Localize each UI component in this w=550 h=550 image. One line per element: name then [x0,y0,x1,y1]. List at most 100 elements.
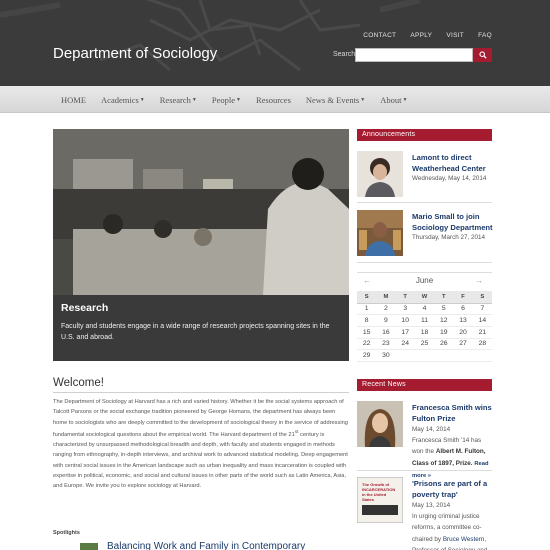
book-cover-band [362,505,398,515]
spotlight-thumbnail[interactable] [80,543,98,550]
calendar-day[interactable]: 30 [376,349,396,362]
calendar-week: 15 16 17 18 19 20 21 [357,326,492,339]
caret-down-icon: ▼ [236,98,241,103]
search-button[interactable] [473,48,492,62]
recent-news-heading: Recent News [357,379,492,391]
news-photo-incarceration-report[interactable]: The Growth of INCARCERATION in the Unite… [357,477,403,523]
calendar-weekday: T [395,291,415,304]
nav-item-about[interactable]: About▼ [380,95,407,105]
calendar-day[interactable]: 21 [472,326,492,339]
calendar-day[interactable]: 1 [357,303,377,316]
announcement-date: Wednesday, May 14, 2014 [412,175,487,182]
utility-link-contact[interactable]: CONTACT [363,32,396,39]
calendar-day[interactable]: 7 [472,303,492,316]
announcement-photo-lamont[interactable] [357,151,403,197]
utility-link-visit[interactable]: VISIT [446,32,464,39]
calendar-day[interactable]: 25 [414,338,435,351]
calendar-day[interactable]: 17 [395,326,415,339]
calendar-day[interactable]: 11 [414,314,435,327]
nav-item-people[interactable]: People▼ [212,95,241,105]
calendar-day[interactable]: 6 [453,303,473,316]
calendar-week: 8 9 10 11 12 13 14 [357,314,492,327]
calendar-week: 29 30 [357,349,492,362]
announcement-divider [357,202,492,203]
calendar-day[interactable]: 27 [453,338,473,351]
nav-item-resources[interactable]: Resources [256,95,291,105]
announcement-photo-small[interactable] [357,210,403,256]
welcome-text: The Department of Sociology at Harvard h… [53,397,349,492]
welcome-divider [53,392,349,393]
calendar-day[interactable]: 8 [357,314,377,327]
nav-item-research[interactable]: Research▼ [160,95,197,105]
spotlight-title[interactable]: Balancing Work and Family in Contemporar… [107,541,305,550]
calendar-day[interactable]: 10 [395,314,415,327]
search-input[interactable] [355,48,473,62]
calendar-day[interactable]: 23 [376,338,396,351]
caret-down-icon: ▼ [402,98,408,103]
calendar-day[interactable]: 14 [472,314,492,327]
caret-down-icon: ▼ [139,98,145,103]
calendar-day[interactable]: 2 [376,303,396,316]
nav-item-label: News & Events [305,95,360,105]
announcement-title[interactable]: Mario Small to join Sociology Department [412,211,496,233]
hero-caption: Research Faculty and students engage in … [53,295,349,361]
calendar-top-border [357,272,492,273]
nav-item-news-events[interactable]: News & Events▼ [306,95,365,105]
site-title[interactable]: Department of Sociology [53,45,217,62]
news-summary-link[interactable]: Bruce Western [443,536,485,543]
calendar-day[interactable]: 20 [453,326,473,339]
nav-item-label: HOME [61,95,87,105]
nav-item-label: About [380,95,402,105]
hero-title[interactable]: Research [61,302,341,314]
calendar-weekday: S [357,291,377,304]
announcement-title[interactable]: Lamont to direct Weatherhead Center [412,152,496,174]
calendar-weekday: T [434,291,454,304]
caret-down-icon: ▼ [191,98,197,103]
news-photo-francesca-smith[interactable] [357,401,403,447]
calendar-day [472,349,492,362]
news-date: May 13, 2014 [412,502,451,509]
announcements-heading: Announcements [357,129,492,141]
utility-link-apply[interactable]: APPLY [410,32,432,39]
calendar-day[interactable]: 15 [357,326,377,339]
utility-link-faq[interactable]: FAQ [478,32,492,39]
calendar-day[interactable]: 5 [434,303,454,316]
calendar-day[interactable]: 28 [472,338,492,351]
calendar-weekday: M [376,291,396,304]
calendar-day [453,349,473,362]
calendar: SMTWTFS 1 2 3 4 5 6 7 8 9 10 11 12 13 14 15 16 17 18 19 20 2… [357,291,492,362]
nav-item-label: People [211,95,235,105]
calendar-day[interactable]: 22 [357,338,377,351]
calendar-day[interactable]: 19 [434,326,454,339]
calendar-day[interactable]: 18 [414,326,435,339]
nav-item-label: Resources [255,95,291,105]
news-title[interactable]: 'Prisons are part of a poverty trap' [412,478,494,500]
calendar-day[interactable]: 13 [453,314,473,327]
header-pattern [0,0,421,72]
calendar-day [414,349,435,362]
calendar-day[interactable]: 4 [414,303,435,316]
calendar-day[interactable]: 26 [434,338,454,351]
news-title[interactable]: Francesca Smith wins Fulton Prize [412,402,494,424]
site-header: CONTACT APPLY VISIT FAQ Department of So… [0,0,550,86]
calendar-day[interactable]: 29 [357,349,377,362]
news-summary: May 13, 2014 In urging criminal justice r… [412,500,494,550]
welcome-title: Welcome! [53,377,104,389]
book-cover-title: The Growth of INCARCERATION in the Unite… [362,482,396,502]
nav-item-academics[interactable]: Academics▼ [101,95,145,105]
nav-item-label: Academics [101,95,139,105]
calendar-day[interactable]: 24 [395,338,415,351]
spotlights-label: Spotlights [53,530,80,536]
news-date: May 14, 2014 [412,426,451,433]
calendar-day[interactable]: 3 [395,303,415,316]
calendar-day[interactable]: 16 [376,326,396,339]
main-nav: HOME Academics▼ Research▼ People▼ Resources N… [0,86,550,113]
welcome-text-part2: century is characterized by unsurpassed … [53,431,348,490]
calendar-weekday: F [453,291,473,304]
arrow-right-icon[interactable]: → [475,276,483,285]
hero-slide[interactable]: Research Faculty and students engage in … [53,129,349,361]
calendar-day[interactable]: 12 [434,314,454,327]
caret-down-icon: ▼ [360,98,366,103]
nav-item-home[interactable]: HOME [61,95,86,105]
calendar-day[interactable]: 9 [376,314,396,327]
